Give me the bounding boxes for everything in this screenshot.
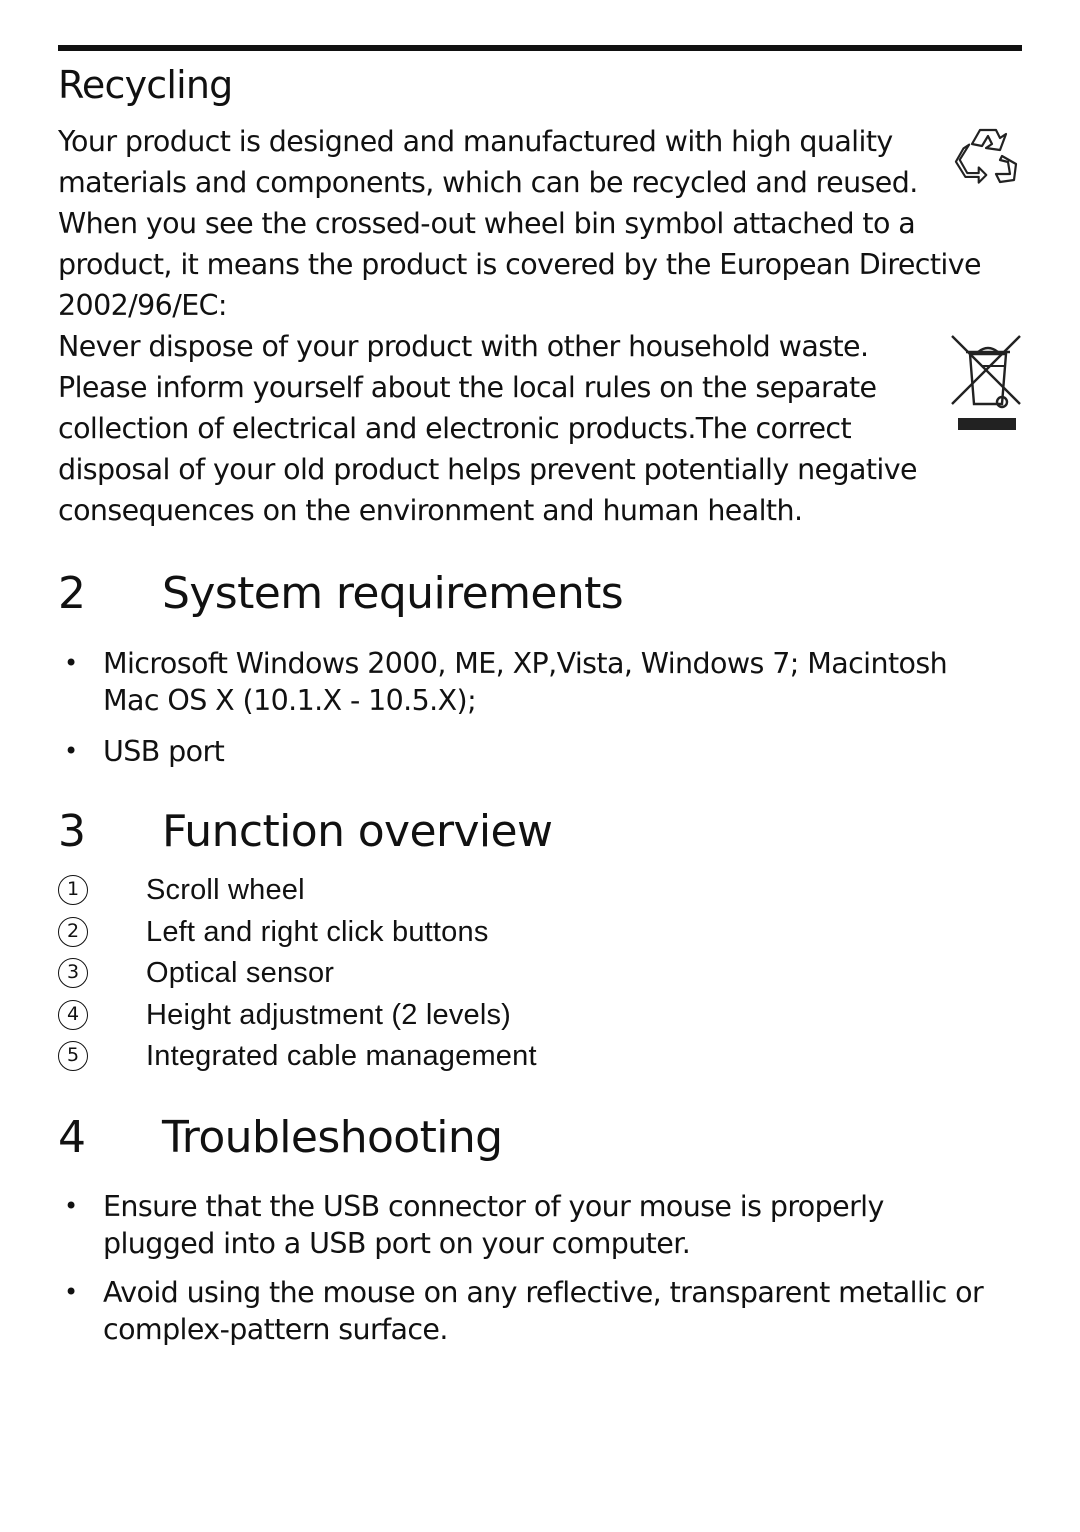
recycling-paragraph-1: Your product is designed and manufacture… — [58, 121, 982, 326]
section-number: 4 — [58, 1112, 86, 1163]
section-divider-rule — [58, 45, 1022, 51]
text-line: Never dispose of your product with other… — [58, 330, 869, 363]
text-line: Microsoft Windows 2000, ME, XP,Vista, Wi… — [103, 647, 948, 680]
circled-number-icon: 5 — [58, 1041, 88, 1071]
text-line: collection of electrical and electronic … — [58, 412, 852, 445]
text-line: Ensure that the USB connector of your mo… — [103, 1190, 884, 1223]
list-item: • USB port — [58, 733, 1018, 770]
text-line: product, it means the product is covered… — [58, 248, 982, 281]
function-label: Optical sensor — [146, 957, 335, 989]
system-requirements-list: • Microsoft Windows 2000, ME, XP,Vista, … — [58, 645, 1018, 770]
section-title: System requirements — [162, 568, 624, 619]
bullet-icon: • — [64, 1192, 78, 1220]
troubleshooting-list: • Ensure that the USB connector of your … — [58, 1188, 1018, 1348]
text-line: materials and components, which can be r… — [58, 166, 918, 199]
text-line: 2002/96/EC: — [58, 289, 228, 322]
recycle-icon — [954, 128, 1018, 184]
text-line: Mac OS X (10.1.X - 10.5.X); — [103, 684, 477, 717]
function-label: Left and right click buttons — [146, 915, 489, 948]
text-line: Avoid using the mouse on any reflective,… — [103, 1276, 984, 1309]
circled-number-icon: 1 — [58, 875, 88, 905]
section-number: 3 — [58, 806, 86, 857]
function-label: Scroll wheel — [146, 874, 305, 906]
crossed-out-wheel-bin-icon — [951, 335, 1021, 430]
recycling-heading: Recycling — [58, 63, 233, 107]
bullet-icon: • — [64, 1278, 78, 1306]
circled-number-icon: 2 — [58, 916, 88, 947]
text-line: plugged into a USB port on your computer… — [103, 1227, 691, 1260]
bullet-icon: • — [64, 649, 78, 677]
text-line: consequences on the environment and huma… — [58, 494, 803, 527]
text-line: complex-pattern surface. — [103, 1313, 448, 1346]
section-title: Function overview — [162, 806, 553, 857]
recycling-paragraph-2: Never dispose of your product with other… — [58, 326, 958, 531]
text-line: Your product is designed and manufacture… — [58, 125, 893, 158]
list-item: • Microsoft Windows 2000, ME, XP,Vista, … — [58, 645, 1018, 719]
function-label: Integrated cable management — [146, 1040, 537, 1072]
text-line: Please inform yourself about the local r… — [58, 371, 877, 404]
function-label: Height adjustment (2 levels) — [146, 998, 512, 1031]
text-line: When you see the crossed-out wheel bin s… — [58, 207, 916, 240]
bullet-icon: • — [64, 737, 78, 765]
circled-number-icon: 3 — [58, 958, 88, 988]
text-line: USB port — [103, 735, 225, 768]
text-line: disposal of your old product helps preve… — [58, 453, 918, 486]
list-item: • Avoid using the mouse on any reflectiv… — [58, 1274, 1018, 1348]
list-item: • Ensure that the USB connector of your … — [58, 1188, 1018, 1262]
circled-number-icon: 4 — [58, 999, 88, 1030]
section-title: Troubleshooting — [162, 1112, 503, 1163]
section-number: 2 — [58, 568, 86, 619]
